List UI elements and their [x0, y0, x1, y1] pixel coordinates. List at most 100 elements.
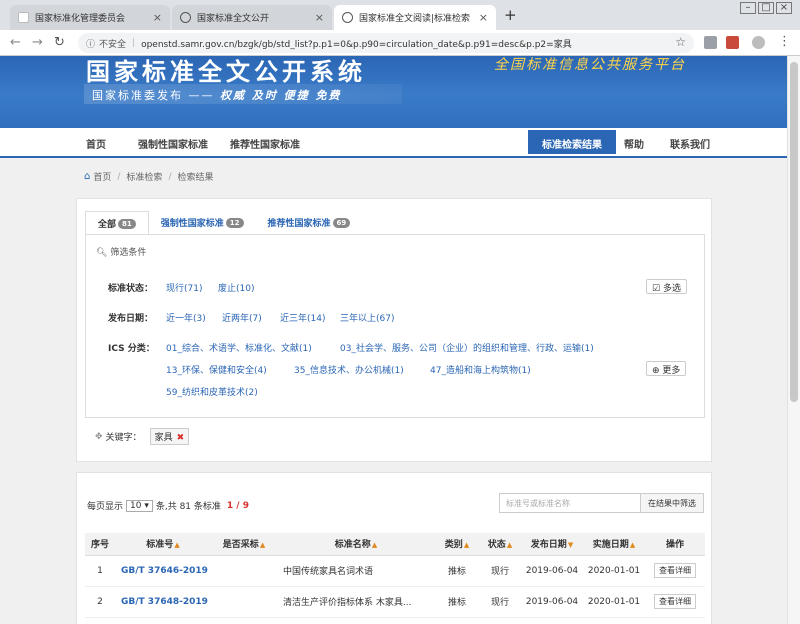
results-table: 序号 标准号▲ 是否采标▲ 标准名称▲ 类别▲ 状态▲ 发布日期▼ 实施日期▲ … [85, 533, 705, 618]
view-detail-button[interactable]: 查看详细 [654, 594, 696, 609]
status-option-abolished[interactable]: 废止(10) [218, 281, 254, 294]
maximize-icon[interactable]: □ [758, 2, 774, 14]
browser-tab-3[interactable]: 国家标准全文阅读|标准检索 × [334, 5, 496, 30]
filter-title: 🔍︎ 筛选条件 [96, 245, 146, 258]
ics-option-47[interactable]: 47_造船和海上构筑物(1) [430, 363, 531, 376]
ics-option-01[interactable]: 01_综合、术语学、标准化、文献(1) [166, 341, 312, 354]
table-row: 2 GB/T 37648-2019 清洁生产评价指标体系 木家具... 推标 现… [85, 586, 705, 618]
ics-option-59[interactable]: 59_纺织和皮革技术(2) [166, 385, 258, 398]
nav-mandatory[interactable]: 强制性国家标准 [138, 136, 208, 151]
tab-label: 推荐性国家标准 [267, 219, 331, 229]
tab-recommended[interactable]: 推荐性国家标准 69 [256, 211, 363, 235]
keyword-icon: ✥ [95, 431, 103, 442]
download-extension-icon[interactable] [704, 36, 717, 49]
browser-tabbar: 国家标准化管理委员会 × 国家标准全文公开 × 国家标准全文阅读|标准检索 × … [0, 0, 800, 30]
multi-select-label: 多选 [662, 284, 681, 294]
tab-all[interactable]: 全部 81 [85, 211, 149, 235]
close-icon[interactable]: × [479, 12, 488, 23]
more-button[interactable]: ⊕ 更多 [646, 361, 687, 376]
nav-home[interactable]: 首页 [86, 136, 106, 151]
col-effective[interactable]: 实施日期▲ [583, 533, 645, 556]
back-icon[interactable]: ← [10, 35, 21, 50]
bookmark-star-icon[interactable]: ☆ [675, 35, 686, 49]
ics-option-03[interactable]: 03_社会学、服务、公司（企业）的组织和管理、行政、运输(1) [340, 341, 594, 354]
site-slogan: 国家标准委发布 —— 权威 及时 便捷 免费 [84, 84, 402, 104]
nav-search-results[interactable]: 标准检索结果 [528, 130, 616, 154]
ics-option-35[interactable]: 35_信息技术、办公机械(1) [294, 363, 404, 376]
browser-tab-1[interactable]: 国家标准化管理委员会 × [10, 5, 170, 30]
tab-label: 全部 [98, 220, 117, 230]
tab-label: 强制性国家标准 [160, 219, 224, 229]
divider: | [132, 38, 136, 48]
col-no: 序号 [85, 533, 115, 556]
page-icon [18, 12, 29, 23]
filter-tabs: 全部 81 强制性国家标准 12 推荐性国家标准 69 [85, 211, 362, 235]
nav-contact[interactable]: 联系我们 [670, 136, 710, 151]
new-tab-icon[interactable]: + [504, 8, 517, 23]
close-icon[interactable]: × [315, 12, 324, 23]
sort-icon: ▲ [371, 541, 378, 550]
page-indicator: 1 / 9 [226, 500, 249, 511]
row-effective: 2020-01-01 [583, 555, 645, 587]
keyword-value: 家具 [154, 433, 173, 443]
url-field[interactable]: ⓘ 不安全 | openstd.samr.gov.cn/bzgk/gb/std_… [78, 33, 694, 53]
status-option-current[interactable]: 现行(71) [166, 281, 202, 294]
info-icon[interactable]: ⓘ [86, 37, 95, 50]
menu-icon[interactable]: ⋮ [778, 34, 791, 49]
row-published: 2019-06-04 [521, 586, 583, 618]
reload-icon[interactable]: ↻ [54, 35, 65, 50]
per-page-select[interactable]: 10 ▾ [126, 499, 153, 512]
sort-icon: ▲ [259, 541, 266, 550]
per-page-value: 10 [130, 500, 142, 511]
row-category: 推标 [435, 586, 479, 618]
main-nav: 首页 强制性国家标准 推荐性国家标准 标准检索结果 帮助 联系我们 [0, 128, 787, 158]
plus-circle-icon: ⊕ [652, 366, 660, 376]
date-option-2y[interactable]: 近两年(7) [222, 311, 262, 324]
date-option-3y[interactable]: 近三年(14) [280, 311, 325, 324]
close-icon[interactable]: × [153, 12, 162, 23]
extension-icon[interactable] [726, 36, 739, 49]
col-category[interactable]: 类别▲ [435, 533, 479, 556]
table-row: 1 GB/T 37646-2019 中国传统家具名词术语 推标 现行 2019-… [85, 555, 705, 587]
ics-option-13[interactable]: 13_环保、保健和安全(4) [166, 363, 267, 376]
forward-icon[interactable]: → [32, 35, 43, 50]
globe-icon [342, 12, 353, 23]
avatar[interactable] [752, 36, 765, 49]
date-option-1y[interactable]: 近一年(3) [166, 311, 206, 324]
row-no: 1 [85, 555, 115, 587]
row-name: 中国传统家具名词术语 [277, 555, 435, 587]
home-icon: ⌂ [84, 171, 91, 182]
sort-icon: ▲ [463, 541, 470, 550]
breadcrumb-search[interactable]: 标准检索 [126, 170, 162, 183]
nav-help[interactable]: 帮助 [624, 136, 644, 151]
window-close-icon[interactable]: × [776, 2, 792, 14]
scrollbar-thumb[interactable] [790, 62, 798, 402]
results-filter-button[interactable]: 在结果中筛选 [640, 493, 704, 513]
pager: 每页显示 10 ▾ 条,共 81 条标准 1 / 9 [87, 499, 249, 512]
col-published[interactable]: 发布日期▼ [521, 533, 583, 556]
date-option-3y-plus[interactable]: 三年以上(67) [340, 311, 394, 324]
view-detail-button[interactable]: 查看详细 [654, 563, 696, 578]
row-action-cell: 查看详细 [645, 586, 705, 618]
page-scrollbar[interactable] [787, 56, 800, 624]
keyword-label: 关键字： [105, 433, 142, 443]
results-search-input[interactable]: 标准号或标准名称 [499, 493, 641, 513]
slogan-emphasis: 权威 及时 便捷 免费 [220, 89, 342, 102]
nav-recommended[interactable]: 推荐性国家标准 [230, 136, 300, 151]
col-code[interactable]: 标准号▲ [115, 533, 211, 556]
status-label: 标准状态： [108, 284, 154, 294]
row-action-cell: 查看详细 [645, 555, 705, 587]
multi-select-button[interactable]: ☑ 多选 [646, 279, 687, 294]
minimize-icon[interactable]: – [740, 2, 756, 14]
col-status[interactable]: 状态▲ [479, 533, 521, 556]
remove-keyword-icon[interactable]: ✖ [177, 433, 185, 443]
browser-tab-2[interactable]: 国家标准全文公开 × [172, 5, 332, 30]
col-adopted[interactable]: 是否采标▲ [211, 533, 277, 556]
checkbox-icon: ☑ [652, 284, 661, 294]
tab-mandatory[interactable]: 强制性国家标准 12 [149, 211, 256, 235]
row-code-link[interactable]: GB/T 37648-2019 [115, 586, 211, 618]
breadcrumb-home[interactable]: 首页 [93, 170, 111, 183]
col-name[interactable]: 标准名称▲ [277, 533, 435, 556]
table-header-row: 序号 标准号▲ 是否采标▲ 标准名称▲ 类别▲ 状态▲ 发布日期▼ 实施日期▲ … [85, 533, 705, 556]
row-code-link[interactable]: GB/T 37646-2019 [115, 555, 211, 587]
